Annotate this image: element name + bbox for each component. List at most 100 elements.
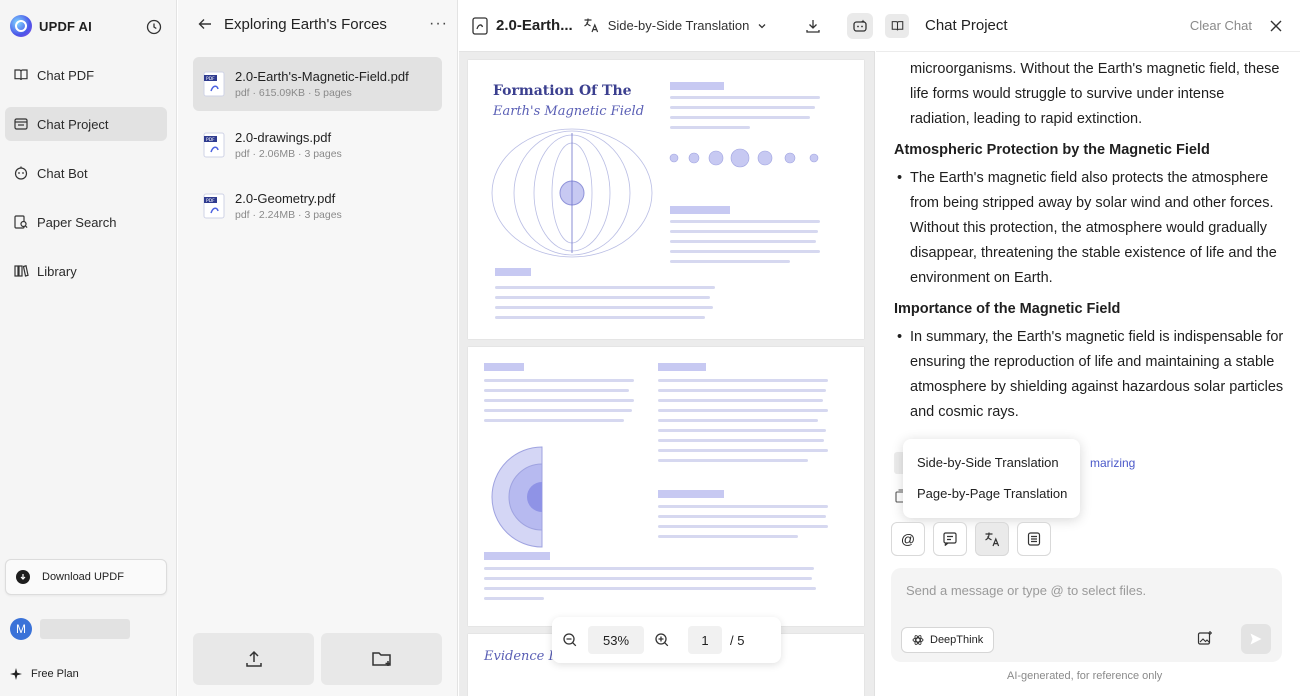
svg-text:PDF: PDF [206, 198, 215, 204]
search-doc-icon [14, 215, 28, 229]
page-title-line: Formation Of The [493, 83, 632, 99]
sidebar-item-label: Library [37, 263, 77, 279]
sidebar-item-label: Paper Search [37, 214, 117, 230]
clear-chat-button[interactable]: Clear Chat [1190, 18, 1252, 33]
magnetic-field-diagram [491, 128, 653, 258]
svg-text:PDF: PDF [206, 137, 215, 143]
zoom-out-icon[interactable] [562, 632, 578, 648]
library-icon [14, 265, 29, 277]
list-icon [1027, 532, 1041, 546]
at-icon: @ [900, 531, 916, 547]
close-icon[interactable] [1270, 20, 1282, 32]
translation-mode-select[interactable]: Side-by-Side Translation [583, 17, 768, 34]
document-name: 2.0-Earth... [496, 17, 573, 34]
svg-text:PDF: PDF [206, 76, 215, 82]
section-tag [495, 268, 531, 276]
earth-layers-diagram [491, 446, 543, 548]
pdf-doc-icon [472, 16, 488, 35]
file-name: 2.0-Earth's-Magnetic-Field.pdf [235, 69, 409, 84]
file-item[interactable]: PDF 2.0-drawings.pdf pdf · 2.06MB · 3 pa… [193, 118, 442, 172]
download-updf-button[interactable]: Download UPDF [5, 559, 167, 595]
pdf-page: Formation Of The Earth's Magnetic Field [468, 60, 864, 339]
zoom-in-icon[interactable] [654, 632, 670, 648]
folder-chat-icon [14, 118, 28, 130]
pdf-file-icon: PDF [203, 132, 225, 158]
file-item[interactable]: PDF 2.0-Earth's-Magnetic-Field.pdf pdf ·… [193, 57, 442, 111]
section-tag [670, 82, 724, 90]
sidebar-item-chat-bot[interactable]: Chat Bot [5, 156, 167, 190]
file-name: 2.0-drawings.pdf [235, 130, 332, 145]
add-folder-button[interactable] [321, 633, 442, 685]
plan-label: Free Plan [31, 668, 79, 680]
ai-assistant-toggle[interactable] [847, 12, 874, 39]
atom-icon [912, 635, 924, 645]
translate-icon [583, 18, 598, 33]
message-heading: Atmospheric Protection by the Magnetic F… [894, 142, 1210, 158]
file-name: 2.0-Geometry.pdf [235, 191, 336, 206]
summarize-button[interactable] [933, 522, 967, 556]
download-icon [16, 570, 30, 584]
book-open-icon [891, 20, 903, 30]
chat-tools: @ [891, 522, 1051, 556]
download-doc-icon[interactable] [805, 18, 821, 34]
history-icon[interactable] [143, 16, 165, 38]
file-item[interactable]: PDF 2.0-Geometry.pdf pdf · 2.24MB · 3 pa… [193, 179, 442, 233]
sidebar-item-label: Chat Project [37, 116, 109, 132]
sidebar-item-chat-project[interactable]: Chat Project [5, 107, 167, 141]
sidebar-item-library[interactable]: Library [5, 254, 167, 288]
updf-logo-icon [10, 15, 32, 37]
page-number-input[interactable]: 1 [688, 626, 722, 654]
download-label: Download UPDF [42, 571, 124, 583]
folder-add-icon [371, 652, 391, 666]
planets-illustration [669, 148, 819, 168]
mention-button[interactable]: @ [891, 522, 925, 556]
file-meta: pdf · 615.09KB · 5 pages [235, 87, 352, 99]
translate-icon [984, 532, 999, 546]
sidebar-item-paper-search[interactable]: Paper Search [5, 205, 167, 239]
zoom-controls: 53% 1 / 5 [552, 617, 781, 663]
ai-bot-icon [853, 19, 867, 32]
avatar: M [10, 618, 32, 640]
file-panel: Exploring Earth's Forces ··· PDF 2.0-Ear… [178, 0, 458, 696]
viewer-toolbar: 2.0-Earth... Side-by-Side Translation [459, 0, 875, 52]
send-button[interactable] [1241, 624, 1271, 654]
message-input[interactable]: Send a message or type @ to select files… [891, 568, 1282, 662]
user-name-placeholder [40, 619, 130, 639]
file-meta: pdf · 2.06MB · 3 pages [235, 148, 342, 160]
sidebar-nav: Chat PDF Chat Project Chat Bot Paper Sea… [5, 58, 167, 303]
summary-icon [943, 532, 957, 546]
pdf-viewer: 2.0-Earth... Side-by-Side Translation Fo… [459, 0, 875, 696]
upload-button[interactable] [193, 633, 314, 685]
book-open-icon [14, 69, 28, 81]
page-total: / 5 [730, 632, 745, 648]
chat-message: microorganisms. Without the Earth's magn… [894, 57, 1284, 425]
sidebar-item-label: Chat Bot [37, 165, 88, 181]
explain-button[interactable] [1017, 522, 1051, 556]
deepthink-label: DeepThink [930, 634, 984, 646]
panel-toggle-button[interactable] [885, 13, 909, 38]
summarizing-link[interactable]: marizing [1090, 456, 1135, 470]
translation-mode-label: Side-by-Side Translation [607, 18, 750, 33]
message-heading: Importance of the Magnetic Field [894, 301, 1121, 317]
bot-icon [14, 166, 28, 180]
section-tag [670, 206, 730, 214]
brand[interactable]: UPDF AI [10, 15, 92, 37]
more-options-icon[interactable]: ··· [429, 15, 448, 33]
chevron-down-icon [758, 23, 766, 28]
message-paragraph: microorganisms. Without the Earth's magn… [910, 61, 1280, 127]
image-add-icon[interactable] [1197, 630, 1213, 646]
page-title-line: Earth's Magnetic Field [493, 104, 645, 119]
user-profile[interactable]: M [10, 618, 130, 640]
upload-icon [245, 650, 262, 667]
dropdown-item-page-by-page[interactable]: Page-by-Page Translation [903, 478, 1080, 509]
dropdown-item-side-by-side[interactable]: Side-by-Side Translation [903, 447, 1080, 478]
plan-row[interactable]: Free Plan [10, 668, 79, 680]
translation-dropdown: Side-by-Side Translation Page-by-Page Tr… [903, 439, 1080, 518]
sidebar-item-chat-pdf[interactable]: Chat PDF [5, 58, 167, 92]
deepthink-toggle[interactable]: DeepThink [901, 627, 995, 653]
chat-header: Chat Project Clear Chat [876, 0, 1300, 52]
translate-button[interactable] [975, 522, 1009, 556]
zoom-level[interactable]: 53% [588, 626, 644, 654]
chat-title: Chat Project [925, 17, 1008, 34]
back-arrow-icon[interactable] [198, 17, 212, 31]
